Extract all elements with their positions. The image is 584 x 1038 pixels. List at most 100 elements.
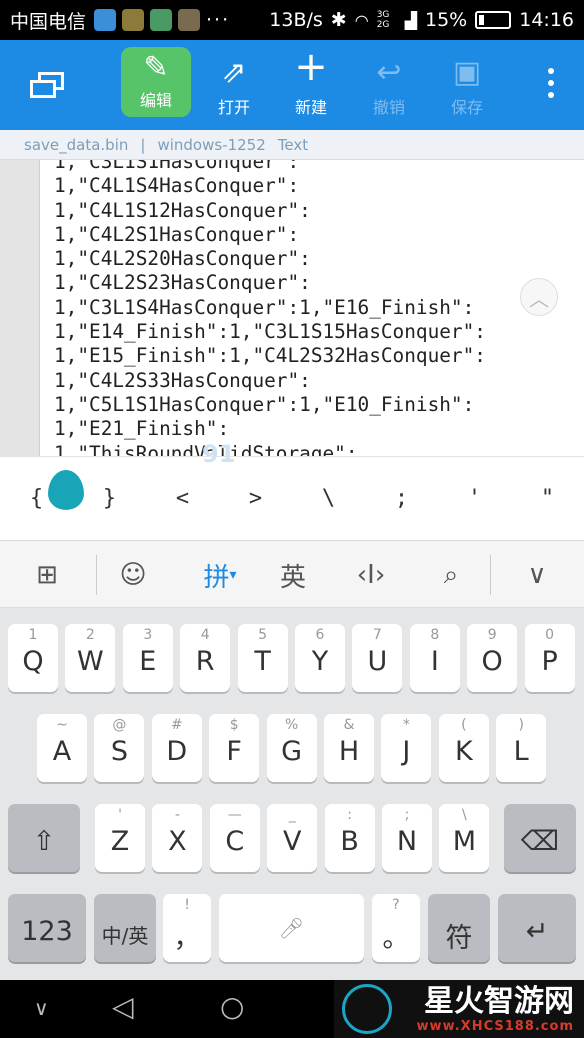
undo-label: 撤销 — [372, 98, 405, 117]
key-hint: _ — [288, 807, 296, 823]
key-label: W — [77, 646, 104, 677]
scroll-up-icon[interactable]: ︿ — [520, 278, 558, 316]
comma-label: ， — [173, 923, 201, 954]
key-q[interactable]: 1Q — [8, 624, 58, 692]
new-button[interactable]: + 新建 — [274, 40, 348, 130]
undo-button[interactable]: ↩ 撤销 — [352, 40, 426, 130]
key-e[interactable]: 3E — [122, 624, 173, 692]
symbol-key[interactable]: " — [511, 486, 584, 511]
network-speed: 13B/s — [269, 9, 323, 31]
signal-icon: ▟ — [404, 10, 417, 30]
key-s[interactable]: @ S — [94, 714, 145, 782]
period-label: 。 — [382, 923, 410, 954]
file-info-bar: save_data.bin | windows-1252 Text — [0, 130, 584, 160]
pinyin-mode-button[interactable]: 拼 ▾ — [190, 541, 250, 609]
symbol-key[interactable]: ; — [365, 486, 438, 511]
numbers-key[interactable]: 123 — [8, 894, 86, 962]
key-l[interactable]: ) L — [496, 714, 547, 782]
key-label: P — [541, 646, 558, 677]
new-label: 新建 — [294, 98, 327, 117]
language-switch-key[interactable]: 中/英 — [94, 894, 156, 962]
soft-keyboard: ⇧ ⌫ 123 中/英 ! ， 🎤︎ ? 。 符 ↵ 1Q2W3E4R5T6Y7… — [0, 608, 584, 980]
carrier-name: 中国电信 — [10, 10, 87, 33]
key-g[interactable]: % G — [266, 714, 317, 782]
space-key[interactable]: 🎤︎ — [219, 894, 364, 962]
comma-key[interactable]: ! ， — [163, 894, 211, 962]
cursor-move-icon[interactable]: ‹I› — [344, 541, 398, 609]
emoji-icon[interactable]: ☺ — [106, 541, 160, 609]
open-external-icon: ⇗ — [221, 55, 247, 90]
save-button[interactable]: ▣ 保存 — [430, 40, 504, 130]
key-c[interactable]: — C — [209, 804, 260, 872]
file-encoding: windows-1252 — [157, 135, 266, 154]
symbol-key[interactable]: \ — [292, 486, 365, 511]
code-line: 1,"E15_Finish":1,"C4L2S32HasConquer": — [54, 344, 486, 368]
period-key[interactable]: ? 。 — [372, 894, 420, 962]
symbol-key[interactable]: > — [219, 486, 292, 511]
backspace-key[interactable]: ⌫ — [504, 804, 576, 872]
key-r[interactable]: 4R — [180, 624, 231, 692]
key-hint: ) — [518, 717, 524, 733]
english-mode-button[interactable]: 英 — [266, 541, 320, 609]
save-label: 保存 — [450, 98, 483, 117]
edit-button[interactable]: ✎ 编辑 — [121, 47, 191, 117]
key-label: C — [225, 826, 245, 857]
symbol-key[interactable]: < — [146, 486, 219, 511]
code-line: 1,"C3L1S1HasConquer": — [54, 160, 300, 173]
key-p[interactable]: 0P — [524, 624, 575, 692]
symbol-key[interactable]: ' — [438, 486, 511, 511]
symbols-key[interactable]: 符 — [428, 894, 490, 962]
code-line: 1,"C4L2S23HasConquer": — [54, 271, 311, 295]
key-label: Y — [311, 646, 329, 677]
key-hint: # — [170, 717, 183, 733]
key-j[interactable]: * J — [381, 714, 432, 782]
text-editor[interactable]: 1,"C3L1S1HasConquer": 1,"C4L1S4HasConquer… — [0, 160, 584, 456]
key-label: Q — [22, 646, 44, 677]
key-label: L — [513, 736, 529, 767]
key-label: M — [452, 826, 477, 857]
key-v[interactable]: _ V — [267, 804, 318, 872]
period-hint: ? — [392, 897, 400, 913]
key-m[interactable]: \ M — [439, 804, 490, 872]
key-hint: 2 — [85, 627, 95, 643]
file-info-separator: | — [140, 135, 146, 154]
key-label: B — [340, 826, 359, 857]
collapse-nav-icon[interactable]: ∨ — [34, 996, 49, 1020]
home-icon[interactable]: ○ — [220, 990, 244, 1023]
key-t[interactable]: 5T — [237, 624, 288, 692]
key-a[interactable]: ~ A — [37, 714, 87, 782]
key-label: X — [168, 826, 187, 857]
symbol-key[interactable]: } — [73, 486, 146, 511]
tabs-icon[interactable] — [30, 72, 64, 98]
key-o[interactable]: 9O — [467, 624, 518, 692]
key-h[interactable]: & H — [324, 714, 374, 782]
key-u[interactable]: 7U — [352, 624, 403, 692]
key-d[interactable]: # D — [151, 714, 202, 782]
key-i[interactable]: 8I — [409, 624, 460, 692]
code-line: 1,"E21_Finish": — [54, 417, 230, 441]
key-w[interactable]: 2W — [65, 624, 116, 692]
key-z[interactable]: ' Z — [95, 804, 145, 872]
hide-keyboard-icon[interactable]: ∨ — [510, 541, 564, 609]
key-k[interactable]: (K — [438, 714, 489, 782]
network-type: 3G 2G — [376, 10, 390, 30]
key-x[interactable]: -X — [152, 804, 203, 872]
editor-content[interactable]: 1,"C3L1S1HasConquer": 1,"C4L1S4HasConquer… — [54, 160, 486, 456]
key-hint: ~ — [56, 717, 68, 733]
key-b[interactable]: :B — [324, 804, 375, 872]
key-f[interactable]: $ F — [209, 714, 260, 782]
overflow-menu-icon[interactable] — [548, 68, 554, 104]
back-icon[interactable]: ◁ — [112, 990, 134, 1023]
search-icon[interactable]: ⌕ — [424, 541, 478, 609]
enter-key[interactable]: ↵ — [498, 894, 576, 962]
open-button[interactable]: ⇗ 打开 — [197, 40, 271, 130]
ime-toolbar: ⊞ ☺ 拼 ▾ 英 ‹I› ⌕ ∨ — [0, 540, 584, 608]
pinyin-label: 拼 — [203, 562, 230, 593]
key-y[interactable]: 6Y — [295, 624, 345, 692]
microphone-icon: 🎤︎ — [278, 916, 305, 940]
code-line: 1,"ThisRoundValidStorage": — [54, 441, 358, 456]
grid-menu-icon[interactable]: ⊞ — [20, 541, 74, 609]
shift-key[interactable]: ⇧ — [8, 804, 80, 872]
key-hint: 4 — [200, 627, 210, 643]
key-n[interactable]: ; N — [382, 804, 432, 872]
